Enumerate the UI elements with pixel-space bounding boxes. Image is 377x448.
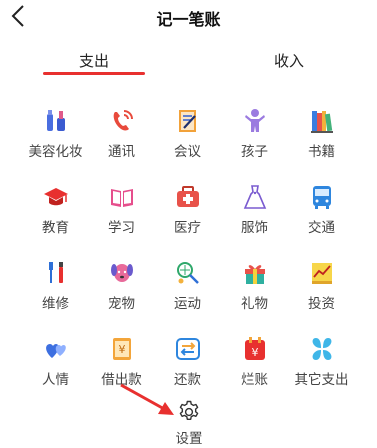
category-item[interactable]: 孩子 — [217, 104, 292, 164]
repay-icon — [176, 338, 200, 360]
category-label: 宠物 — [108, 296, 135, 312]
other-expense-icon — [312, 338, 332, 360]
category-label: 美容化妆 — [28, 144, 83, 160]
repair-tools-icon — [49, 262, 63, 283]
bus-icon — [313, 186, 331, 209]
category-item[interactable]: 宠物 — [84, 256, 159, 316]
category-item[interactable]: 运动 — [150, 256, 225, 316]
category-item[interactable]: 书籍 — [284, 104, 359, 164]
tab-expense[interactable]: 支出 — [79, 50, 109, 71]
category-item[interactable]: 医疗 — [150, 180, 225, 240]
medical-kit-icon — [177, 186, 199, 207]
category-item[interactable]: ¥ 烂账 — [217, 332, 292, 392]
books-icon — [311, 111, 333, 133]
study-book-icon — [111, 189, 133, 207]
settings-label: 设置 — [175, 431, 203, 447]
page-title: 记一笔账 — [156, 10, 221, 29]
category-label: 礼物 — [241, 296, 268, 312]
badminton-icon — [177, 262, 199, 284]
category-label: 交通 — [308, 220, 335, 236]
category-item[interactable]: 美容化妆 — [18, 104, 93, 164]
tab-income[interactable]: 收入 — [274, 50, 304, 71]
category-item[interactable]: 其它支出 — [284, 332, 359, 392]
category-label: 服饰 — [241, 220, 268, 236]
svg-text:¥: ¥ — [119, 343, 126, 356]
investment-chart-icon — [312, 263, 332, 284]
category-item[interactable]: 服饰 — [217, 180, 292, 240]
category-label: 运动 — [174, 296, 201, 312]
category-label: 其它支出 — [294, 372, 349, 388]
category-label: 医疗 — [174, 220, 201, 236]
category-item[interactable]: 交通 — [284, 180, 359, 240]
category-label: 书籍 — [308, 144, 335, 160]
loan-icon: ¥ — [113, 338, 131, 360]
scrolled-row-fragment — [40, 72, 70, 78]
category-label: 投资 — [308, 296, 335, 312]
category-label: 人情 — [42, 372, 69, 388]
annotation-arrow — [120, 383, 174, 415]
category-item[interactable]: 投资 — [284, 256, 359, 316]
child-icon — [245, 109, 265, 132]
category-item[interactable]: 会议 — [150, 104, 225, 164]
category-label: 孩子 — [241, 144, 268, 160]
meeting-icon — [179, 110, 196, 132]
graduation-cap-icon — [44, 188, 68, 206]
category-label: 学习 — [108, 220, 135, 236]
hearts-icon — [46, 344, 66, 358]
svg-text:¥: ¥ — [252, 346, 259, 359]
category-label: 会议 — [174, 144, 201, 160]
settings-button[interactable]: 设置 — [172, 400, 206, 447]
phone-icon — [113, 110, 133, 131]
title-bar: 记一笔账 — [0, 0, 377, 34]
category-item[interactable]: 人情 — [18, 332, 93, 392]
gear-icon — [179, 400, 199, 420]
category-item[interactable]: 教育 — [18, 180, 93, 240]
bad-debt-icon: ¥ — [245, 337, 265, 360]
cosmetics-icon — [47, 110, 65, 131]
pet-dog-icon — [111, 264, 133, 282]
category-item[interactable]: 通讯 — [84, 104, 159, 164]
category-label: 维修 — [42, 296, 69, 312]
category-item[interactable]: 维修 — [18, 256, 93, 316]
category-item[interactable]: 礼物 — [217, 256, 292, 316]
dress-icon — [243, 185, 267, 209]
category-label: 教育 — [42, 220, 69, 236]
category-item[interactable]: 学习 — [84, 180, 159, 240]
category-label: 烂账 — [241, 372, 268, 388]
category-label: 通讯 — [108, 144, 135, 160]
gift-icon — [245, 265, 265, 284]
